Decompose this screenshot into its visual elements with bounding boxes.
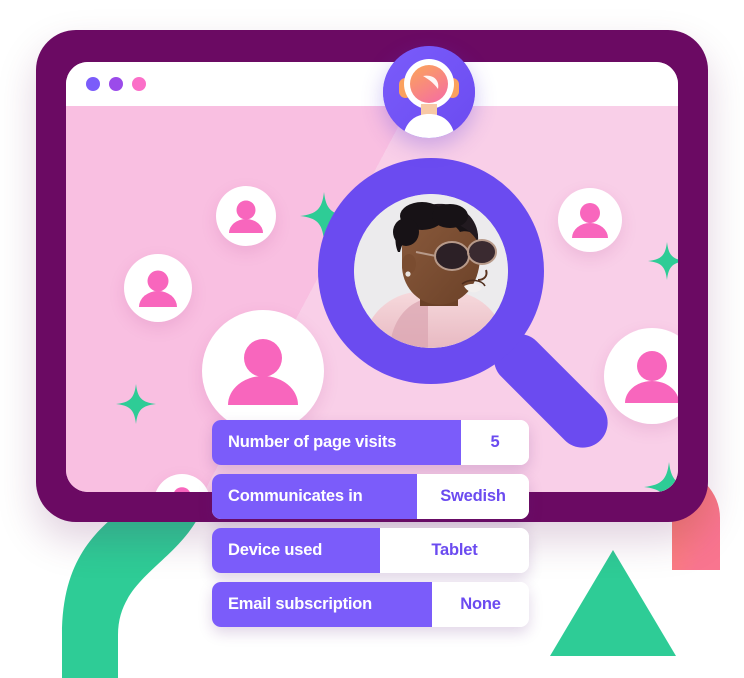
pill-label: Email subscription (212, 582, 432, 627)
pill-number-of-page-visits[interactable]: Number of page visits 5 (212, 420, 529, 465)
user-circle-6[interactable] (154, 474, 210, 492)
pill-value: None (432, 582, 529, 627)
magnifier-lens-photo (354, 194, 508, 348)
browser-title-bar (66, 62, 678, 106)
window-dot-violet[interactable] (109, 77, 123, 91)
user-circle-3[interactable] (202, 310, 324, 432)
pill-value: Tablet (380, 528, 529, 573)
user-avatar-icon[interactable] (383, 46, 475, 138)
sparkle-3-icon (116, 384, 156, 424)
attribute-pill-list: Number of page visits 5 Communicates in … (212, 420, 529, 627)
user-circle-1[interactable] (216, 186, 276, 246)
pill-label: Device used (212, 528, 380, 573)
green-triangle-shape (550, 550, 676, 656)
pill-label: Communicates in (212, 474, 417, 519)
pill-label: Number of page visits (212, 420, 461, 465)
sparkle-4-icon (644, 462, 678, 492)
magnifying-glass-icon[interactable] (318, 158, 618, 458)
pill-value: Swedish (417, 474, 529, 519)
sparkle-2-icon (648, 242, 678, 280)
user-circle-5[interactable] (604, 328, 678, 424)
window-dot-pink[interactable] (132, 77, 146, 91)
pill-email-subscription[interactable]: Email subscription None (212, 582, 529, 627)
pill-value: 5 (461, 420, 529, 465)
window-dot-purple[interactable] (86, 77, 100, 91)
pill-device-used[interactable]: Device used Tablet (212, 528, 529, 573)
pill-communicates-in[interactable]: Communicates in Swedish (212, 474, 529, 519)
illustration-canvas: Number of page visits 5 Communicates in … (0, 0, 744, 678)
user-circle-2[interactable] (124, 254, 192, 322)
